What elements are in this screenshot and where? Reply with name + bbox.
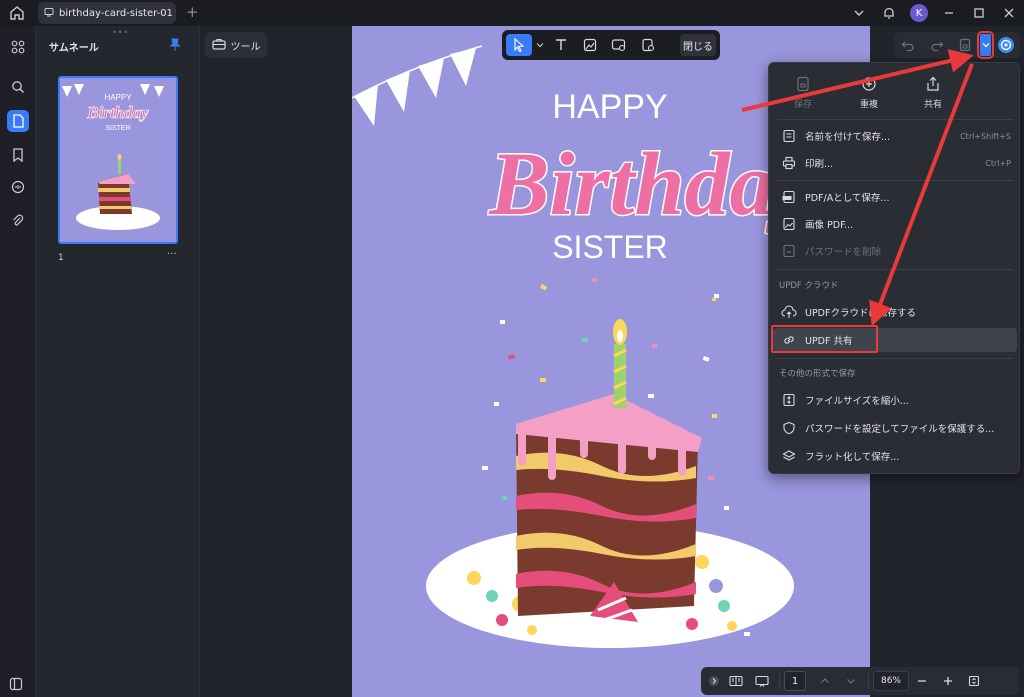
zoom-in-icon[interactable] — [935, 670, 961, 692]
presentation-icon[interactable] — [749, 670, 775, 692]
page-layout-icon[interactable] — [723, 670, 749, 692]
divider — [779, 673, 780, 689]
page-up-icon[interactable] — [812, 670, 838, 692]
annotation-arrows — [741, 49, 974, 327]
page-number-input[interactable]: 1 — [784, 671, 806, 691]
expand-icon[interactable] — [705, 670, 723, 692]
zoom-level[interactable]: 86% — [873, 671, 909, 691]
page-down-icon[interactable] — [838, 670, 864, 692]
zoom-out-icon[interactable] — [909, 670, 935, 692]
fit-page-icon[interactable] — [961, 670, 987, 692]
bottom-toolbar: 1 86% — [701, 667, 1019, 695]
divider — [868, 673, 869, 689]
